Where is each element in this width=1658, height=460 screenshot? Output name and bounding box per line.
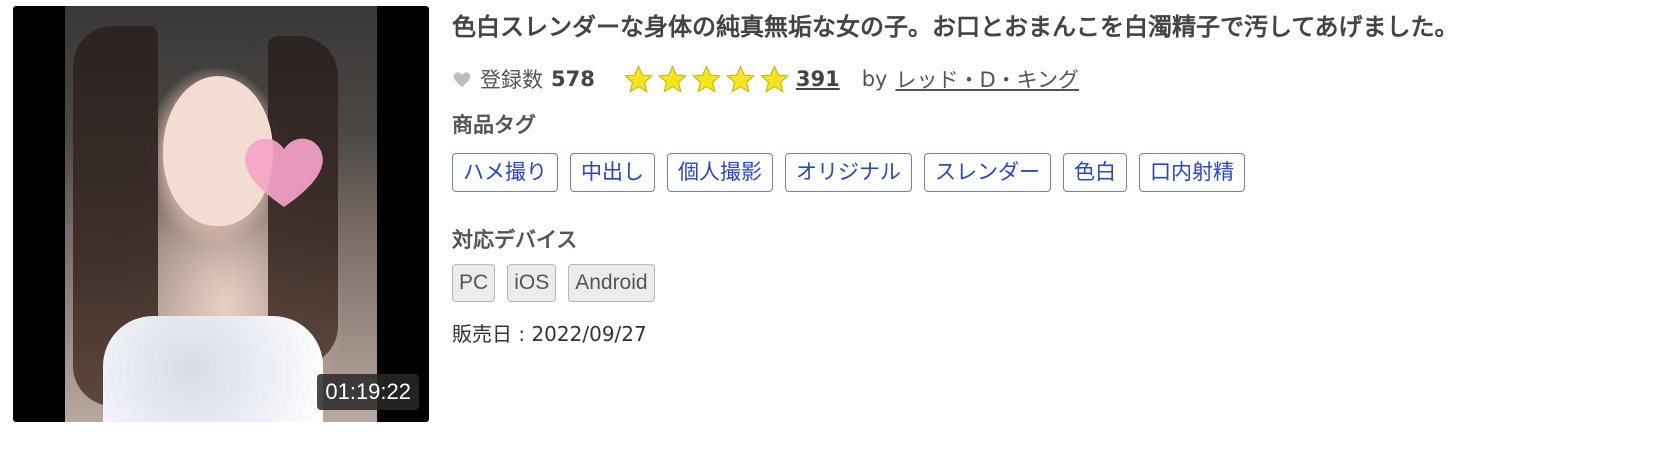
star-icon	[691, 64, 721, 93]
tag-chip[interactable]: 中出し	[570, 153, 655, 192]
video-duration: 01:19:22	[317, 374, 419, 410]
heart-mosaic-icon	[245, 138, 323, 207]
thumbnail-photo-detail	[103, 316, 323, 422]
tag-chip[interactable]: 色白	[1063, 153, 1127, 192]
tag-chip[interactable]: ハメ撮り	[452, 153, 558, 192]
registration-label: 登録数	[480, 68, 543, 92]
rating-stars	[623, 64, 790, 95]
device-badge: iOS	[507, 264, 557, 302]
tag-chip[interactable]: オリジナル	[785, 153, 912, 192]
release-date: 販売日 : 2022/09/27	[452, 322, 647, 346]
product-title[interactable]: 色白スレンダーな身体の純真無垢な女の子。お口とおまんこを白濁精子で汚してあげまし…	[452, 8, 1652, 46]
heart-icon[interactable]	[452, 69, 472, 89]
registration-count: 578	[551, 67, 595, 91]
device-badge: PC	[452, 264, 496, 302]
star-icon	[759, 64, 789, 93]
star-icon	[623, 64, 653, 93]
tags-heading: 商品タグ	[452, 113, 536, 137]
rating-count-link[interactable]: 391	[796, 67, 840, 91]
device-badge: Android	[568, 264, 655, 302]
tag-list: ハメ撮り 中出し 個人撮影 オリジナル スレンダー 色白 口内射精	[452, 153, 1245, 192]
devices-heading: 対応デバイス	[452, 228, 578, 252]
tag-chip[interactable]: 口内射精	[1139, 153, 1245, 192]
product-thumbnail[interactable]: 01:19:22	[13, 6, 429, 422]
product-meta-row: 登録数 578 391 by レッド・D・キング	[452, 62, 1079, 96]
tag-chip[interactable]: 個人撮影	[667, 153, 773, 192]
star-icon	[657, 64, 687, 93]
tag-chip[interactable]: スレンダー	[924, 153, 1051, 192]
device-list: PC iOS Android	[452, 264, 655, 302]
author-link[interactable]: レッド・D・キング	[895, 64, 1079, 94]
by-label: by	[861, 67, 888, 91]
star-icon	[725, 64, 755, 93]
